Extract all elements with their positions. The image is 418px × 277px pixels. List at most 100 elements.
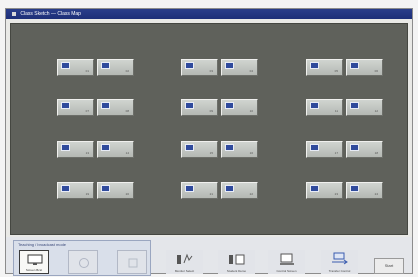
student-pc-tile[interactable]: 06 [346, 59, 383, 76]
mode-button-2[interactable] [68, 250, 98, 274]
student-pc-label: 16 [249, 151, 253, 155]
screen-broadcast-label: Screen Bcst [25, 268, 43, 272]
student-monitor-icon [61, 185, 70, 192]
student-monitor-icon [61, 102, 70, 109]
student-monitor-icon [185, 102, 194, 109]
student-pc-tile[interactable]: 12 [346, 99, 383, 116]
student-pc-label: 15 [209, 151, 213, 155]
student-pc-label: 14 [125, 151, 129, 155]
student-pc-tile[interactable]: 18 [346, 141, 383, 158]
student-monitor-icon [101, 185, 110, 192]
title-bar[interactable]: Class Sketch — Class Map [6, 9, 412, 19]
student-pc-tile[interactable]: 02 [97, 59, 134, 76]
student-monitor-icon [61, 144, 70, 151]
broadcast-mode-label: Teaching / broadcast mode [18, 242, 67, 247]
student-pc-tile[interactable]: 20 [97, 182, 134, 199]
student-pc-tile[interactable]: 19 [57, 182, 94, 199]
student-monitor-icon [61, 62, 70, 69]
student-monitor-icon [350, 144, 359, 151]
student-pc-label: 17 [334, 151, 338, 155]
student-pc-tile[interactable]: 05 [306, 59, 343, 76]
student-monitor-icon [225, 102, 234, 109]
student-pc-label: 20 [125, 192, 129, 196]
student-monitor-icon [101, 102, 110, 109]
mode-button-3[interactable] [117, 250, 147, 274]
student-pc-label: 10 [249, 109, 253, 113]
student-pc-tile[interactable]: 13 [57, 141, 94, 158]
student-pc-tile[interactable]: 04 [221, 59, 258, 76]
monitor-select-label: Monitor Select [174, 269, 195, 273]
student-pc-label: 12 [374, 109, 378, 113]
student-pc-label: 03 [209, 69, 213, 73]
app-window: Class Sketch — Class Map 01 02 03 04 05 06 07 0… [5, 8, 413, 276]
student-pc-label: 06 [374, 69, 378, 73]
student-monitor-icon [225, 185, 234, 192]
student-pc-label: 01 [85, 69, 89, 73]
student-pc-label: 24 [374, 192, 378, 196]
control-screen-icon [280, 253, 294, 265]
student-pc-tile[interactable]: 23 [306, 182, 343, 199]
student-pc-tile[interactable]: 21 [181, 182, 218, 199]
student-pc-label: 07 [85, 109, 89, 113]
student-pc-tile[interactable]: 24 [346, 182, 383, 199]
student-pc-label: 13 [85, 151, 89, 155]
student-pc-tile[interactable]: 03 [181, 59, 218, 76]
student-monitor-icon [310, 62, 319, 69]
student-pc-label: 11 [334, 109, 338, 113]
classroom-map: 01 02 03 04 05 06 07 08 09 10 11 12 13 14 15 16 17 18 19 20… [10, 23, 408, 235]
bottom-toolbar: Teaching / broadcast mode Screen Bcst Mo… [6, 237, 412, 276]
control-screen-label: Control Screen [276, 269, 297, 273]
monitor-select-icon [177, 253, 193, 264]
student-pc-tile[interactable]: 01 [57, 59, 94, 76]
student-pc-tile[interactable]: 07 [57, 99, 94, 116]
student-monitor-icon [101, 144, 110, 151]
student-pc-tile[interactable]: 14 [97, 141, 134, 158]
student-monitor-icon [185, 62, 194, 69]
student-pc-label: 02 [125, 69, 129, 73]
screen-broadcast-button[interactable]: Screen Bcst [19, 250, 49, 274]
student-pc-tile[interactable]: 17 [306, 141, 343, 158]
student-pc-label: 23 [334, 192, 338, 196]
student-demo-button[interactable]: Student Demo [218, 250, 255, 274]
student-pc-label: 18 [374, 151, 378, 155]
student-monitor-icon [185, 144, 194, 151]
student-demo-label: Student Demo [226, 269, 247, 273]
student-monitor-icon [310, 185, 319, 192]
student-pc-label: 22 [249, 192, 253, 196]
student-monitor-icon [310, 144, 319, 151]
student-monitor-icon [350, 62, 359, 69]
student-pc-tile[interactable]: 16 [221, 141, 258, 158]
mode-square-icon [128, 258, 138, 268]
student-pc-tile[interactable]: 09 [181, 99, 218, 116]
transfer-control-label: Transfer Control [328, 269, 351, 273]
student-monitor-icon [185, 185, 194, 192]
transfer-control-icon [332, 252, 348, 265]
student-pc-tile[interactable]: 11 [306, 99, 343, 116]
start-button[interactable]: Start [374, 258, 404, 274]
student-pc-tile[interactable]: 10 [221, 99, 258, 116]
broadcast-mode-group: Teaching / broadcast mode Screen Bcst [13, 240, 151, 276]
student-monitor-icon [350, 102, 359, 109]
student-monitor-icon [101, 62, 110, 69]
student-monitor-icon [225, 62, 234, 69]
app-icon [12, 11, 16, 16]
student-pc-tile[interactable]: 08 [97, 99, 134, 116]
student-pc-label: 04 [249, 69, 253, 73]
monitor-select-button[interactable]: Monitor Select [166, 250, 203, 274]
student-monitor-icon [310, 102, 319, 109]
mode-circle-icon [79, 258, 89, 268]
screen-broadcast-icon [27, 254, 43, 265]
student-monitor-icon [350, 185, 359, 192]
student-pc-tile[interactable]: 22 [221, 182, 258, 199]
student-pc-label: 21 [209, 192, 213, 196]
student-pc-label: 08 [125, 109, 129, 113]
student-demo-icon [229, 254, 245, 265]
student-pc-tile[interactable]: 15 [181, 141, 218, 158]
student-pc-label: 05 [334, 69, 338, 73]
transfer-control-button[interactable]: Transfer Control [321, 250, 358, 274]
student-pc-label: 09 [209, 109, 213, 113]
student-pc-label: 19 [85, 192, 89, 196]
window-title: Class Sketch — Class Map [20, 11, 81, 17]
control-screen-button[interactable]: Control Screen [268, 250, 305, 274]
student-monitor-icon [225, 144, 234, 151]
